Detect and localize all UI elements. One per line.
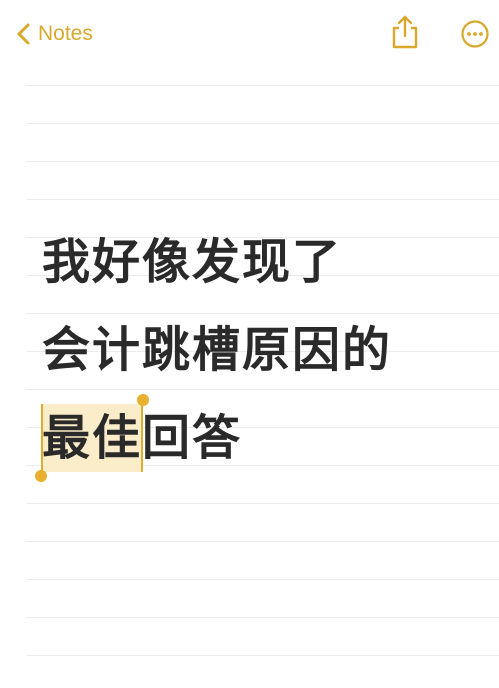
note-line-1: 我好像发现了: [42, 234, 343, 290]
back-button[interactable]: Notes: [16, 20, 93, 48]
selection-end-caret: [141, 404, 144, 472]
selected-text[interactable]: 最佳: [35, 394, 150, 482]
more-button[interactable]: [460, 19, 490, 49]
note-line-3: 最佳 回答: [35, 394, 482, 486]
ruled-line: [26, 579, 499, 580]
note-line-2: 会计跳槽原因的: [42, 322, 393, 378]
ruled-line: [26, 85, 499, 86]
unselected-text: 回答: [142, 410, 243, 466]
ruled-line: [26, 617, 499, 618]
ruled-line: [26, 655, 499, 656]
navigation-bar: Notes: [0, 0, 499, 70]
ruled-line: [26, 541, 499, 542]
chevron-left-icon: [17, 23, 30, 45]
ruled-line: [26, 199, 499, 200]
selection-start-caret: [41, 404, 43, 472]
selection-start-handle[interactable]: [35, 470, 47, 482]
back-button-label: Notes: [38, 22, 93, 45]
ruled-line: [26, 161, 499, 162]
selected-text-content: 最佳: [42, 410, 143, 466]
more-icon: [461, 20, 489, 48]
ruled-line: [26, 503, 499, 504]
ruled-line: [26, 123, 499, 124]
share-button[interactable]: [390, 14, 420, 50]
selection-end-handle[interactable]: [137, 394, 150, 406]
share-icon: [392, 15, 418, 49]
note-text[interactable]: 我好像发现了 会计跳槽原因的 最佳 回答: [35, 222, 482, 486]
